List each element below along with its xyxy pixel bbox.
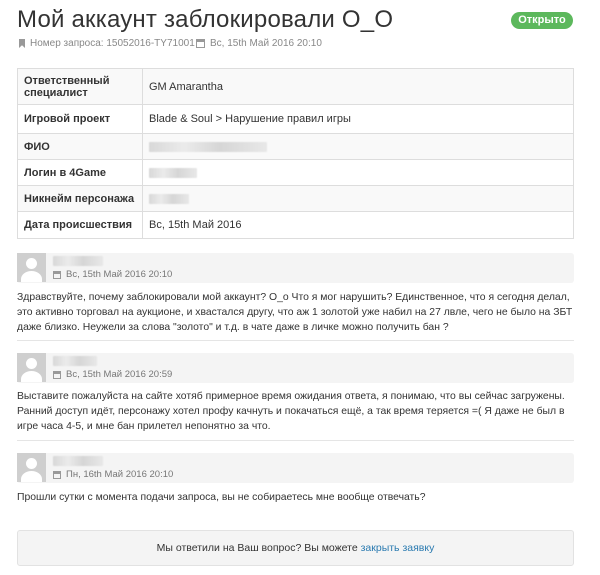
post-header: Вс, 15th Май 2016 20:10 [17, 253, 574, 283]
post-author-redacted [53, 256, 103, 266]
avatar [17, 453, 46, 482]
info-key: ФИО [17, 133, 143, 160]
post-header: Вс, 15th Май 2016 20:59 [17, 353, 574, 383]
info-value: Вс, 15th Май 2016 [142, 211, 574, 239]
footer-question: Мы ответили на Ваш вопрос? Вы можете [156, 542, 358, 554]
ticket-info-table: Ответственный специалист GM Amarantha Иг… [17, 68, 574, 239]
post-header: Пн, 16th Май 2016 20:10 [17, 453, 574, 483]
redacted-text [149, 141, 267, 152]
request-number-label: Номер запроса: 15052016-TY71001 [30, 38, 195, 49]
divider [17, 340, 574, 341]
info-value: GM Amarantha [142, 68, 574, 105]
post-date: Вс, 15th Май 2016 20:10 [53, 269, 172, 280]
info-key: Дата происшествия [17, 211, 143, 239]
calendar-icon [53, 370, 61, 379]
post-date: Вс, 15th Май 2016 20:59 [53, 369, 172, 380]
info-value-redacted [142, 185, 574, 212]
info-key: Логин в 4Game [17, 159, 143, 186]
redacted-text [149, 167, 197, 178]
post-date-label: Пн, 16th Май 2016 20:10 [66, 469, 174, 480]
post-text: Выставите пожалуйста на сайте хотяб прим… [17, 391, 565, 432]
info-row: Ответственный специалист GM Amarantha [17, 68, 574, 105]
info-value-redacted [142, 159, 574, 186]
ticket-date: Вс, 15th Май 2016 20:10 [196, 38, 322, 49]
post-text: Прошли сутки с момента подачи запроса, в… [17, 492, 426, 503]
calendar-icon [53, 470, 61, 479]
info-row: Логин в 4Game [17, 159, 574, 186]
status-badge: Открыто [511, 12, 573, 29]
calendar-icon [196, 39, 205, 48]
footer-box: Мы ответили на Ваш вопрос? Вы можете зак… [17, 530, 574, 566]
ticket-title: Мой аккаунт заблокировали О_О [17, 6, 394, 33]
avatar [17, 353, 46, 382]
info-row: Дата происшествия Вс, 15th Май 2016 [17, 211, 574, 239]
post-text: Здравствуйте, почему заблокировали мой а… [17, 292, 573, 333]
ticket-date-label: Вс, 15th Май 2016 20:10 [210, 38, 322, 49]
post-author-redacted [53, 456, 103, 466]
request-number: Номер запроса: 15052016-TY71001 [19, 38, 195, 49]
info-value-redacted [142, 133, 574, 160]
info-key: Никнейм персонажа [17, 185, 143, 212]
calendar-icon [53, 270, 61, 279]
close-ticket-link[interactable]: закрыть заявку [361, 542, 435, 554]
avatar [17, 253, 46, 282]
info-key: Ответственный специалист [17, 68, 143, 105]
divider [17, 440, 574, 441]
info-key: Игровой проект [17, 104, 143, 134]
post-author-redacted [53, 356, 97, 366]
info-row: Никнейм персонажа [17, 185, 574, 212]
info-value: Blade & Soul > Нарушение правил игры [142, 104, 574, 134]
post-date-label: Вс, 15th Май 2016 20:59 [66, 369, 173, 380]
post-date-label: Вс, 15th Май 2016 20:10 [66, 269, 173, 280]
info-row: Игровой проект Blade & Soul > Нарушение … [17, 104, 574, 134]
bookmark-icon [19, 39, 25, 48]
redacted-text [149, 193, 189, 204]
info-row: ФИО [17, 133, 574, 160]
post-date: Пн, 16th Май 2016 20:10 [53, 469, 173, 480]
